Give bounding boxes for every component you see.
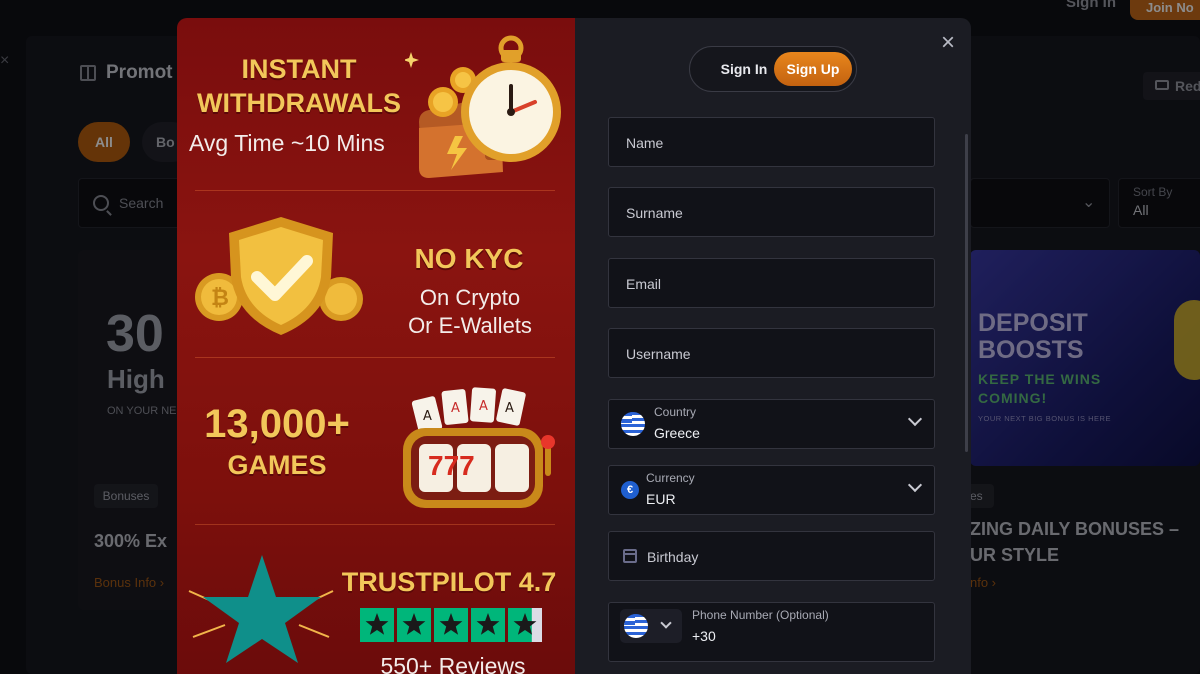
withdrawals-subtitle: Avg Time ~10 Mins	[189, 130, 385, 156]
currency-value: EUR	[646, 491, 676, 507]
star-icon	[188, 555, 334, 663]
promo-trustpilot: TRUSTPILOT 4.7 550+ Reviews	[177, 525, 575, 674]
promo-games: 13,000+ GAMES A A A A 777	[177, 358, 575, 524]
birthday-field[interactable]: Birthday	[608, 531, 935, 581]
currency-label: Currency	[646, 471, 695, 485]
country-label: Country	[654, 405, 697, 419]
greece-flag-icon	[621, 412, 645, 436]
username-placeholder: Username	[626, 346, 691, 362]
promo-withdrawals: INSTANT WITHDRAWALS Avg Time ~10 Mins	[177, 18, 575, 190]
trustpilot-stars	[360, 608, 542, 642]
kyc-subtitle-line-2: Or E-Wallets	[408, 313, 532, 338]
svg-text:₿: ₿	[211, 286, 229, 311]
trustpilot-headline: TRUSTPILOT 4.7	[341, 567, 557, 597]
kyc-subtitle-line-1: On Crypto	[419, 285, 521, 310]
svg-text:A: A	[479, 399, 488, 414]
country-value: Greece	[654, 425, 700, 441]
slot-machine-icon: A A A A	[403, 387, 555, 508]
chevron-down-icon	[660, 617, 672, 629]
phone-label: Phone Number (Optional)	[692, 608, 829, 622]
name-field[interactable]: Name	[608, 117, 935, 167]
chevron-down-icon	[907, 477, 923, 493]
games-number: 13,000+	[204, 402, 350, 446]
email-field[interactable]: Email	[608, 258, 935, 308]
shield-check-icon: ₿	[195, 217, 363, 335]
birthday-placeholder: Birthday	[647, 549, 699, 565]
username-field[interactable]: Username	[608, 328, 935, 378]
promo-no-kyc: ₿ NO KYC On Crypto Or E-Wallets	[177, 191, 575, 357]
wallet-stopwatch-icon	[405, 35, 561, 178]
tab-sign-in[interactable]: Sign In	[704, 47, 784, 91]
auth-tab-toggle: Sign In Sign Up	[689, 46, 857, 92]
calendar-icon	[623, 549, 637, 563]
games-word: GAMES	[227, 450, 327, 480]
signup-modal: INSTANT WITHDRAWALS Avg Time ~10 Mins ₿ …	[177, 18, 971, 674]
close-icon[interactable]: ×	[937, 31, 959, 55]
name-placeholder: Name	[626, 135, 664, 151]
phone-country-code-select[interactable]	[620, 609, 682, 643]
email-placeholder: Email	[626, 276, 662, 292]
svg-text:A: A	[423, 409, 432, 424]
phone-code: +30	[692, 628, 716, 644]
surname-placeholder: Surname	[626, 205, 683, 221]
chevron-down-icon	[907, 411, 923, 427]
country-select[interactable]: Country Greece	[608, 399, 935, 449]
slot-reels: 777	[422, 450, 536, 482]
slot-reel-digits: 777	[428, 450, 475, 481]
euro-icon: €	[621, 481, 639, 499]
trustpilot-reviews: 550+ Reviews	[380, 653, 526, 674]
promo-panel: INSTANT WITHDRAWALS Avg Time ~10 Mins ₿ …	[177, 18, 575, 674]
withdrawals-headline: INSTANT WITHDRAWALS	[197, 54, 401, 118]
currency-select[interactable]: € Currency EUR	[608, 465, 935, 515]
form-scrollbar[interactable]	[965, 134, 968, 452]
svg-text:A: A	[451, 401, 460, 416]
surname-field[interactable]: Surname	[608, 187, 935, 237]
tab-sign-up[interactable]: Sign Up	[774, 52, 852, 86]
svg-text:A: A	[505, 401, 514, 416]
kyc-headline: NO KYC	[414, 243, 524, 274]
greece-flag-icon	[624, 614, 648, 638]
